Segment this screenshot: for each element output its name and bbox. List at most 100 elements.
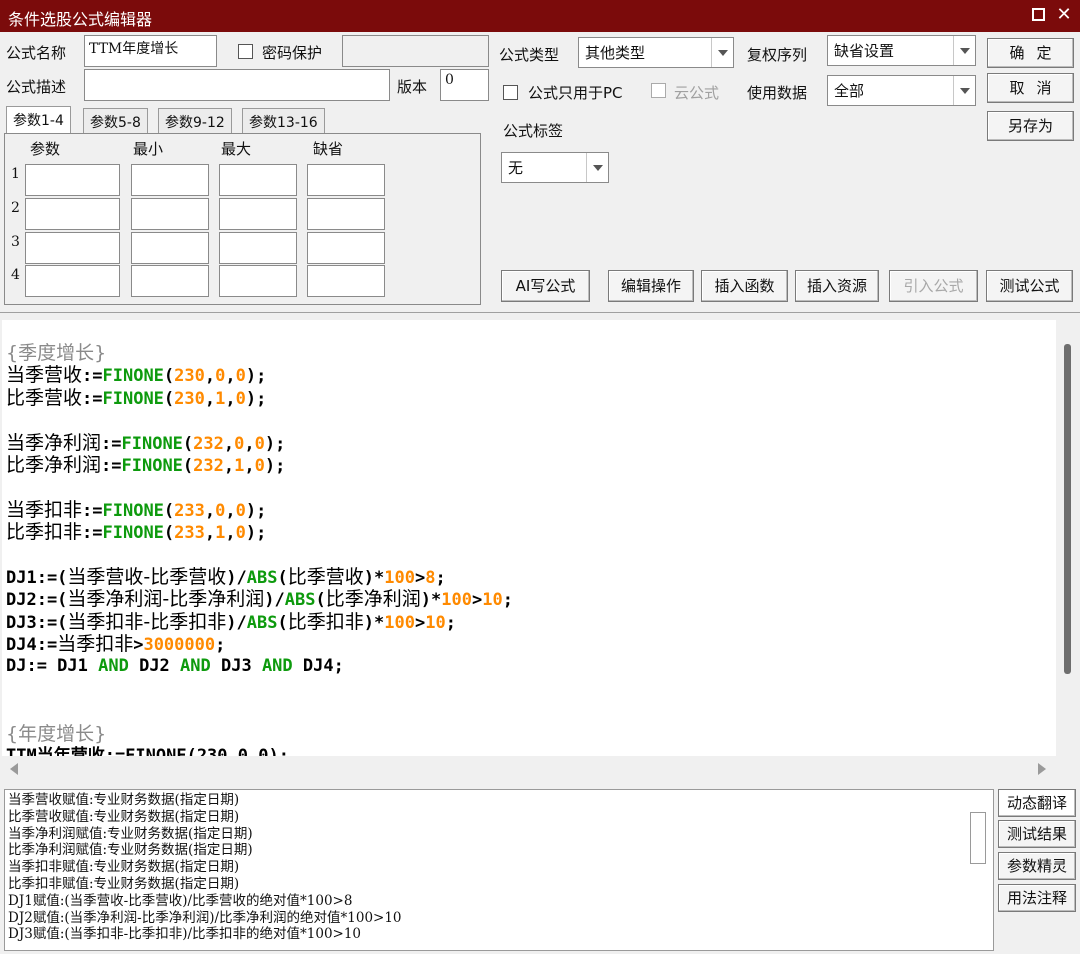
tab-params-13-16[interactable]: 参数13-16	[242, 108, 325, 133]
param-2-default[interactable]	[307, 198, 385, 230]
param-3-max[interactable]	[219, 232, 297, 264]
usage-notes-button[interactable]: 用法注释	[998, 884, 1076, 912]
code-line[interactable]: {年度增长}	[6, 723, 513, 745]
code-line[interactable]: 当季营收:=FINONE(230,0,0);	[6, 364, 513, 386]
data-select[interactable]: 全部	[827, 75, 976, 106]
code-token: DJ1:=(	[6, 567, 68, 588]
insert-function-button[interactable]: 插入函数	[701, 270, 788, 302]
scroll-right-icon[interactable]	[1038, 763, 1046, 775]
pc-only-checkbox[interactable]	[503, 85, 518, 100]
edit-ops-button[interactable]: 编辑操作	[608, 270, 694, 302]
param-3-default[interactable]	[307, 232, 385, 264]
code-token: ,	[225, 388, 236, 409]
code-line[interactable]: DJ1:=(当季营收-比季营收)/ABS(比季营收)*100>8;	[6, 566, 513, 588]
code-token: 当季营收-比季营收	[67, 565, 227, 588]
code-line[interactable]	[6, 544, 513, 566]
param-4-default[interactable]	[307, 265, 385, 297]
version-input[interactable]: 0	[440, 69, 489, 101]
code-token: 当季营收	[6, 364, 83, 387]
tag-select[interactable]: 无	[501, 152, 609, 183]
param-wizard-button[interactable]: 参数精灵	[998, 852, 1076, 880]
save-as-button[interactable]: 另存为	[987, 111, 1074, 141]
password-checkbox[interactable]	[238, 44, 253, 59]
param-2-min[interactable]	[131, 198, 209, 230]
dynamic-translate-button[interactable]: 动态翻译	[998, 789, 1076, 817]
test-formula-button[interactable]: 测试公式	[986, 270, 1073, 302]
param-1-name[interactable]	[25, 164, 120, 196]
code-token: ,	[204, 523, 216, 544]
code-token: 比季扣非	[6, 521, 83, 544]
code-text[interactable]: {季度增长} 当季营收:=FINONE(230,0,0); 比季营收:=FINONE…	[6, 342, 513, 756]
code-line[interactable]	[6, 476, 513, 498]
horizontal-scrollbar[interactable]	[2, 756, 1078, 782]
param-1-default[interactable]	[307, 164, 385, 196]
vertical-scroll-thumb[interactable]	[1064, 344, 1071, 674]
param-4-name[interactable]	[25, 265, 120, 297]
code-token: 当季净利润-比季净利润	[67, 588, 265, 611]
test-result-button[interactable]: 测试结果	[998, 820, 1076, 848]
param-2-max[interactable]	[219, 198, 297, 230]
code-line[interactable]	[6, 700, 513, 722]
code-line[interactable]: 比季净利润:=FINONE(232,1,0);	[6, 454, 513, 476]
code-line[interactable]: DJ2:=(当季净利润-比季净利润)/ABS(比季净利润)*100>10;	[6, 588, 513, 610]
cloud-checkbox	[651, 83, 666, 98]
chevron-down-icon[interactable]	[711, 38, 733, 67]
code-token: )/	[226, 612, 247, 633]
code-line[interactable]: 当季净利润:=FINONE(232,0,0);	[6, 432, 513, 454]
code-token: ,	[223, 433, 235, 454]
code-line[interactable]: 当季扣非:=FINONE(233,0,0);	[6, 499, 513, 521]
param-1-min[interactable]	[131, 164, 209, 196]
formula-type-select[interactable]: 其他类型	[578, 37, 734, 68]
code-token: 0	[215, 366, 226, 387]
param-3-name[interactable]	[25, 232, 120, 264]
code-token: FINONE	[102, 523, 164, 544]
code-token: 0	[234, 433, 245, 454]
code-token: :=	[82, 523, 103, 544]
param-1-max[interactable]	[219, 164, 297, 196]
scroll-left-icon[interactable]	[10, 763, 18, 775]
tab-params-5-8[interactable]: 参数5-8	[83, 108, 148, 133]
formula-name-label: 公式名称	[6, 44, 67, 62]
code-line[interactable]: DJ4:=当季扣非>3000000;	[6, 633, 513, 655]
output-scroll-thumb[interactable]	[970, 812, 986, 864]
formula-name-input[interactable]: TTM年度增长	[84, 35, 217, 67]
param-4-min[interactable]	[131, 265, 209, 297]
close-icon[interactable]: ✕	[1053, 4, 1075, 26]
ai-write-button[interactable]: AI写公式	[501, 270, 590, 302]
code-line[interactable]: DJ:= DJ1 AND DJ2 AND DJ3 AND DJ4;	[6, 655, 513, 677]
ok-button[interactable]: 确定	[987, 38, 1074, 68]
code-token: {季度增长}	[6, 342, 107, 364]
formula-desc-input[interactable]	[84, 69, 390, 101]
rights-select[interactable]: 缺省设置	[827, 35, 976, 66]
code-token: DJ4;	[292, 656, 344, 677]
code-token: 比季扣非	[287, 610, 364, 633]
code-token: >	[414, 612, 426, 633]
code-line[interactable]: 比季营收:=FINONE(230,1,0);	[6, 387, 513, 409]
code-token: )/	[264, 590, 285, 611]
chevron-down-icon[interactable]	[953, 36, 975, 65]
code-token: FINONE	[102, 388, 164, 409]
maximize-icon[interactable]	[1027, 4, 1049, 26]
param-3-min[interactable]	[131, 232, 209, 264]
chevron-down-icon[interactable]	[586, 153, 608, 182]
cancel-button[interactable]: 取消	[987, 73, 1074, 103]
param-4-max[interactable]	[219, 265, 297, 297]
param-row-number: 4	[11, 267, 20, 283]
code-token: 0	[235, 500, 246, 521]
code-editor[interactable]: {季度增长} 当季营收:=FINONE(230,0,0); 比季营收:=FINONE…	[2, 320, 1056, 756]
tab-params-9-12[interactable]: 参数9-12	[158, 108, 232, 133]
param-2-name[interactable]	[25, 198, 120, 230]
code-line[interactable]: 比季扣非:=FINONE(233,1,0);	[6, 521, 513, 543]
code-line[interactable]	[6, 678, 513, 700]
code-token: 230	[174, 388, 205, 409]
chevron-down-icon[interactable]	[953, 76, 975, 105]
cloud-label: 云公式	[674, 84, 720, 102]
insert-resource-button[interactable]: 插入资源	[795, 270, 879, 302]
code-line[interactable]: DJ3:=(当季扣非-比季扣非)/ABS(比季扣非)*100>10;	[6, 611, 513, 633]
formula-type-value: 其他类型	[585, 44, 646, 62]
code-line[interactable]	[6, 409, 513, 431]
tab-params-1-4[interactable]: 参数1-4	[6, 106, 71, 135]
code-line[interactable]: {季度增长}	[6, 342, 513, 364]
code-line[interactable]: TTM当年营收:=FINONE(230,0,0);	[6, 745, 513, 756]
param-row-number: 2	[11, 200, 20, 216]
